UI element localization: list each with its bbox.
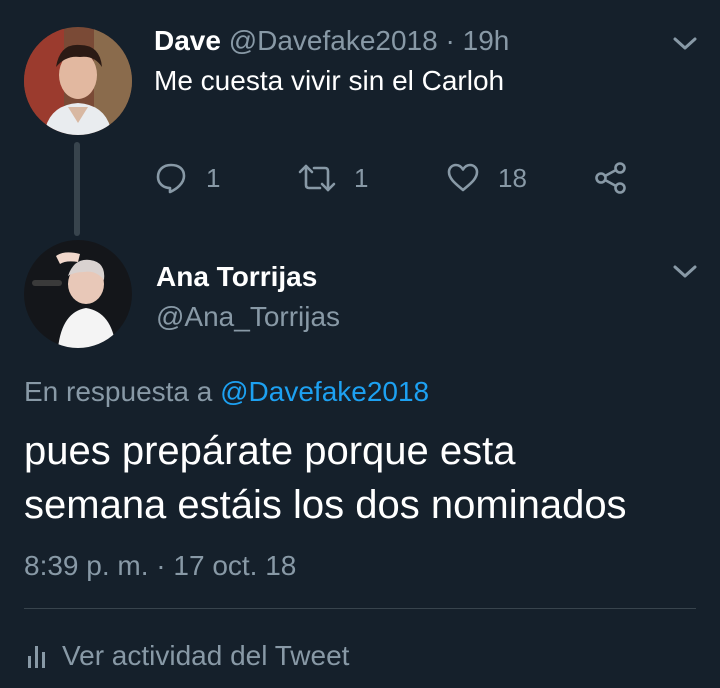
like-count: 18 bbox=[498, 162, 527, 193]
parent-author-name[interactable]: Dave bbox=[154, 25, 221, 56]
activity-bars-icon bbox=[28, 646, 45, 668]
parent-time-ago[interactable]: 19h bbox=[463, 25, 510, 56]
parent-author-handle[interactable]: @Davefake2018 bbox=[229, 25, 438, 56]
reply-button[interactable]: 1 bbox=[154, 160, 220, 196]
retweet-count: 1 bbox=[354, 162, 369, 193]
reply-to-prefix: En respuesta a bbox=[24, 376, 213, 407]
retweet-icon bbox=[298, 164, 336, 192]
like-button[interactable]: 18 bbox=[446, 160, 527, 196]
reply-text-line-2: semana estáis los dos nominados bbox=[24, 483, 627, 527]
parent-tweet-header: Dave @Davefake2018 · 19h bbox=[154, 24, 509, 58]
tweet-thread: Dave @Davefake2018 · 19h Me cuesta vivir… bbox=[0, 0, 720, 688]
view-tweet-activity-button[interactable]: Ver actividad del Tweet bbox=[26, 638, 349, 674]
chevron-down-icon[interactable] bbox=[672, 36, 698, 52]
avatar-dave[interactable] bbox=[24, 27, 132, 135]
reply-to-line: En respuesta a @Davefake2018 bbox=[24, 374, 429, 410]
reply-timestamp[interactable]: 8:39 p. m. · 17 oct. 18 bbox=[24, 548, 296, 584]
reply-text-line-1: pues prepárate porque esta bbox=[24, 429, 516, 473]
reply-icon bbox=[156, 163, 186, 194]
thread-connector-line bbox=[74, 142, 80, 236]
parent-tweet-text: Me cuesta vivir sin el Carloh bbox=[154, 65, 505, 96]
chevron-down-icon[interactable] bbox=[672, 264, 698, 280]
reply-tweet-text: pues prepárate porque esta semana estáis… bbox=[24, 424, 704, 532]
activity-label: Ver actividad del Tweet bbox=[62, 640, 350, 671]
divider bbox=[24, 608, 696, 609]
like-icon bbox=[447, 163, 479, 192]
avatar-ana-torrijas[interactable] bbox=[24, 240, 132, 348]
reply-author-name[interactable]: Ana Torrijas bbox=[156, 260, 317, 294]
reply-count: 1 bbox=[206, 162, 221, 193]
reply-author-handle[interactable]: @Ana_Torrijas bbox=[156, 300, 340, 334]
share-icon bbox=[595, 162, 626, 194]
reply-to-mention-link[interactable]: @Davefake2018 bbox=[220, 376, 429, 407]
header-separator: · bbox=[445, 25, 455, 56]
retweet-button[interactable]: 1 bbox=[298, 160, 368, 196]
share-button[interactable] bbox=[594, 160, 646, 196]
